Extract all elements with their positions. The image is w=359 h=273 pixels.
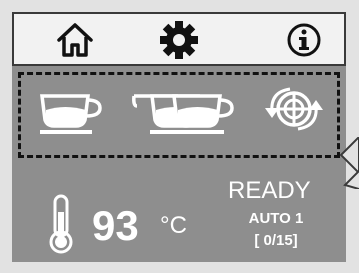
info-button[interactable]: [282, 18, 326, 62]
single-cup-icon: [40, 94, 102, 134]
info-icon: [287, 23, 321, 57]
next-page-arrow-icon[interactable]: [335, 137, 359, 189]
double-cup-icon: [132, 94, 234, 134]
temperature-value: 93: [92, 202, 139, 249]
double-cup-button[interactable]: [130, 80, 248, 138]
gear-icon: [160, 21, 198, 59]
machine-display: 93 °C READY AUTO 1 [ 0/15]: [0, 0, 359, 273]
temperature-unit: °C: [160, 212, 187, 239]
rinse-cycle-icon: [265, 87, 323, 131]
home-button[interactable]: [53, 18, 97, 62]
thermometer-icon: [49, 194, 73, 254]
top-nav-bar: [12, 12, 346, 66]
single-cup-button[interactable]: [36, 80, 110, 138]
counter-label: [ 0/15]: [254, 232, 298, 249]
status-label: READY: [228, 177, 311, 204]
home-icon: [57, 23, 93, 57]
mode-label: AUTO 1: [248, 210, 304, 227]
rinse-button[interactable]: [262, 80, 326, 138]
settings-button[interactable]: [157, 18, 201, 62]
